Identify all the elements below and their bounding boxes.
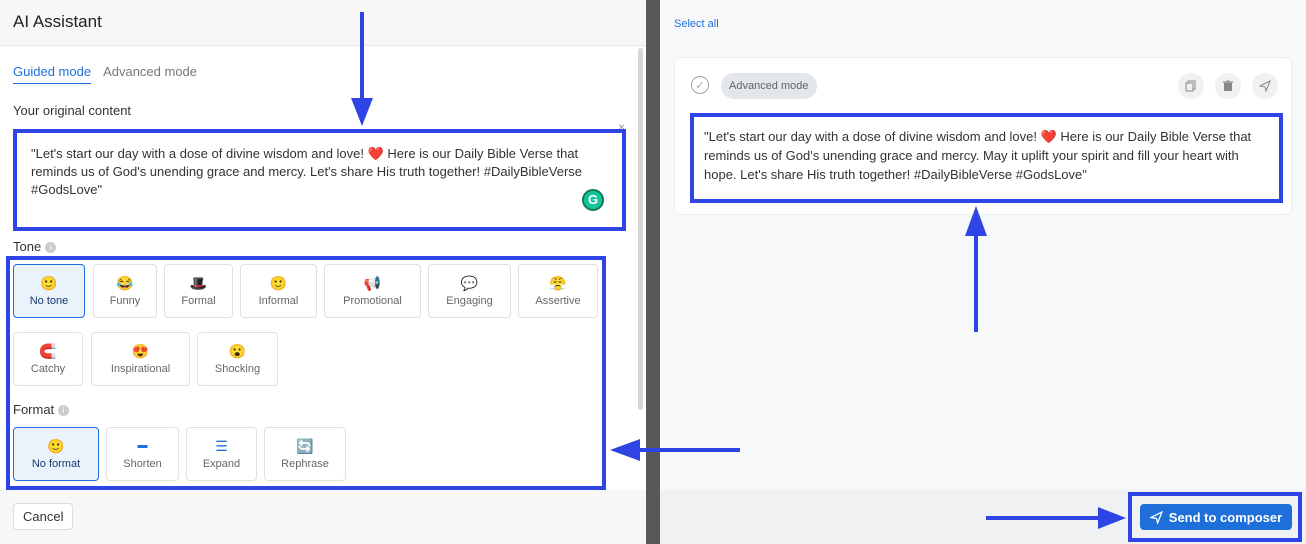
send-to-composer-button[interactable]: Send to composer: [1140, 504, 1292, 530]
panel-header: AI Assistant: [0, 0, 646, 46]
check-icon[interactable]: ✓: [691, 76, 709, 94]
send-icon[interactable]: [1252, 73, 1278, 99]
mode-pill: Advanced mode: [721, 73, 817, 99]
send-to-composer-label: Send to composer: [1168, 509, 1283, 525]
original-content-label: Your original content: [13, 103, 132, 118]
copy-icon[interactable]: [1178, 73, 1204, 99]
cancel-button[interactable]: Cancel: [13, 503, 74, 530]
tone-label: Tone i: [13, 239, 57, 254]
original-content-text: "Let's start our day with a dose of divi…: [31, 146, 583, 197]
ai-assistant-panel: AI Assistant Guided mode Advanced mode Y…: [0, 0, 646, 544]
mode-tabs: Guided mode Advanced mode: [13, 64, 197, 84]
generated-text-box: "Let's start our day with a dose of divi…: [690, 113, 1283, 203]
delete-icon[interactable]: [1215, 73, 1241, 99]
original-content-textarea[interactable]: "Let's start our day with a dose of divi…: [13, 129, 626, 231]
tone-format-highlight-box: [6, 256, 606, 490]
panel-footer: [0, 490, 646, 544]
info-icon[interactable]: i: [45, 242, 57, 254]
select-all-link[interactable]: Select all: [674, 18, 719, 30]
panel-divider: [646, 0, 660, 544]
send-icon: [1149, 510, 1163, 524]
tone-label-text: Tone: [13, 239, 42, 254]
results-panel: Select all ✓ Advanced mode: [660, 0, 1306, 544]
tab-advanced-mode[interactable]: Advanced mode: [103, 64, 197, 84]
tab-guided-mode[interactable]: Guided mode: [13, 64, 92, 84]
grammarly-icon[interactable]: G: [582, 189, 604, 211]
panel-title: AI Assistant: [13, 12, 102, 31]
scrollbar[interactable]: [638, 48, 643, 410]
app-root: AI Assistant Guided mode Advanced mode Y…: [0, 0, 1306, 544]
generated-text: "Let's start our day with a dose of divi…: [704, 129, 1252, 182]
